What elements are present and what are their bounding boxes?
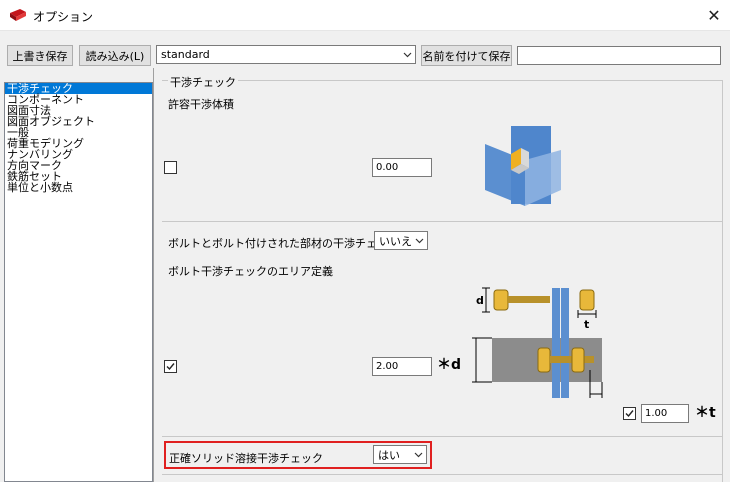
diagram-d-label: d [476, 294, 484, 307]
divider-2 [162, 436, 722, 437]
d-multiplier-suffix: ＊d [437, 357, 462, 373]
bolt-area-checkbox[interactable] [164, 360, 177, 373]
tolerance-label: 許容干渉体積 [168, 98, 234, 111]
category-list[interactable]: 干渉チェック コンポーネント 図面寸法 図面オブジェクト 一般 荷重モデリング … [4, 82, 153, 482]
d-multiplier-input[interactable]: 2.00 [372, 357, 432, 376]
bolt-clash-select[interactable]: いいえ [374, 231, 428, 250]
divider-3 [162, 474, 722, 475]
load-button[interactable]: 読み込み(L) [79, 45, 151, 66]
window-title: オプション [33, 10, 94, 24]
overwrite-save-button[interactable]: 上書き保存 [7, 45, 73, 66]
clash-volume-diagram-icon [485, 126, 561, 206]
bolt-area-label: ボルト干渉チェックのエリア定義 [168, 265, 333, 278]
solid-weld-label: 正確ソリッド溶接干渉チェック [169, 452, 323, 465]
bolt-clash-select-value: いいえ [379, 234, 412, 248]
group-top-border [162, 80, 722, 81]
section-title: 干渉チェック [168, 74, 238, 90]
tolerance-checkbox[interactable] [164, 161, 177, 174]
title-bar: オプション ✕ [0, 0, 730, 31]
divider-1 [162, 221, 722, 222]
chevron-down-icon [414, 452, 423, 458]
preset-select-value: standard [161, 48, 210, 61]
chevron-down-icon [415, 238, 424, 244]
preset-name-input[interactable] [517, 46, 721, 65]
settings-panel: 干渉チェック 許容干渉体積 0.00 ボルトとボルト付けされた部材の干渉チェック… [153, 68, 730, 482]
t-multiplier-checkbox[interactable] [623, 407, 636, 420]
checkmark-icon [625, 410, 634, 418]
app-logo-icon [10, 9, 26, 21]
bolt-area-diagram-icon: d t [472, 287, 603, 398]
solid-weld-select[interactable]: はい [373, 445, 427, 464]
t-multiplier-suffix: ＊t [695, 405, 716, 421]
close-icon: ✕ [707, 6, 721, 25]
bolt-clash-label: ボルトとボルト付けされた部材の干渉チェック: [168, 237, 403, 250]
nav-item-units-decimals[interactable]: 単位と小数点 [5, 182, 152, 193]
diagram-t-label: t [584, 318, 589, 331]
t-multiplier-input[interactable]: 1.00 [641, 404, 689, 423]
preset-select[interactable]: standard [156, 45, 416, 64]
close-button[interactable]: ✕ [698, 0, 730, 31]
checkmark-icon [166, 363, 175, 371]
group-right-border [722, 80, 723, 482]
solid-weld-select-value: はい [378, 448, 400, 462]
chevron-down-icon [403, 52, 412, 58]
save-as-button[interactable]: 名前を付けて保存 [421, 45, 512, 66]
tolerance-input[interactable]: 0.00 [372, 158, 432, 177]
